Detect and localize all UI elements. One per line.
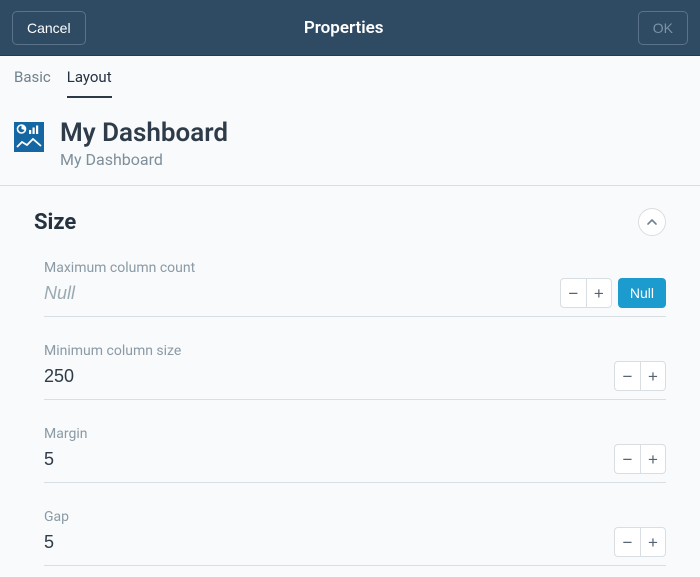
object-header: My Dashboard My Dashboard: [0, 98, 700, 185]
prop-label: Margin: [44, 426, 666, 442]
quantity-stepper: − +: [614, 444, 666, 474]
prop-max-column-count: Maximum column count − + Null: [34, 242, 666, 325]
tabs: Basic Layout: [0, 56, 700, 98]
prop-min-column-size: Minimum column size − +: [34, 325, 666, 408]
quantity-stepper: − +: [614, 361, 666, 391]
dashboard-icon: [14, 122, 44, 152]
chevron-up-icon: [646, 216, 658, 228]
prop-gap: Gap − +: [34, 491, 666, 574]
divider: [44, 482, 666, 483]
null-button[interactable]: Null: [618, 278, 666, 308]
dialog-header: Cancel Properties OK: [0, 0, 700, 56]
decrement-button[interactable]: −: [560, 278, 586, 308]
page-subtitle: My Dashboard: [60, 150, 228, 169]
quantity-stepper: − +: [560, 278, 612, 308]
increment-button[interactable]: +: [640, 527, 666, 557]
collapse-button[interactable]: [638, 208, 666, 236]
decrement-button[interactable]: −: [614, 444, 640, 474]
decrement-button[interactable]: −: [614, 527, 640, 557]
min-column-size-input[interactable]: [44, 364, 614, 389]
tab-basic[interactable]: Basic: [14, 68, 51, 98]
prop-label: Gap: [44, 509, 666, 525]
max-column-count-input[interactable]: [44, 281, 560, 306]
decrement-button[interactable]: −: [614, 361, 640, 391]
divider: [44, 399, 666, 400]
increment-button[interactable]: +: [640, 361, 666, 391]
prop-label: Maximum column count: [44, 260, 666, 276]
prop-label: Minimum column size: [44, 343, 666, 359]
section-title: Size: [34, 210, 76, 235]
increment-button[interactable]: +: [586, 278, 612, 308]
prop-margin: Margin − +: [34, 408, 666, 491]
tab-layout[interactable]: Layout: [67, 68, 112, 98]
ok-button[interactable]: OK: [638, 11, 688, 45]
gap-input[interactable]: [44, 530, 614, 555]
section-size: Size Maximum column count − + Null Minim…: [0, 186, 700, 574]
quantity-stepper: − +: [614, 527, 666, 557]
increment-button[interactable]: +: [640, 444, 666, 474]
page-title: My Dashboard: [60, 118, 228, 148]
dialog-title: Properties: [50, 18, 638, 38]
divider: [44, 316, 666, 317]
margin-input[interactable]: [44, 447, 614, 472]
divider: [44, 565, 666, 566]
